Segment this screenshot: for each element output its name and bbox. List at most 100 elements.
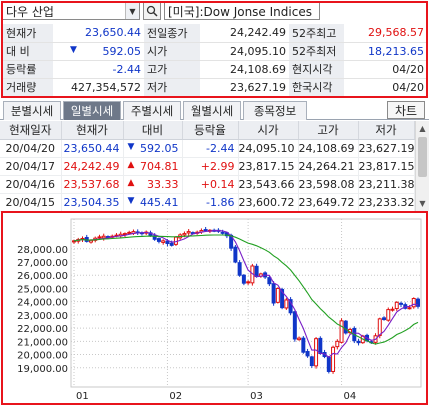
korea-time-value: 04/20 [344, 78, 427, 97]
table-cell-rate: -2.44 [182, 139, 239, 158]
y-tick-label: 25,000.00 [17, 284, 68, 295]
candle-body [173, 236, 178, 245]
daily-quotes-table: 현재일자 현재가 대비 등락율 시가 고가 저가 20/04/20 23,650.… [0, 121, 415, 212]
x-tick-label: 01 [76, 391, 89, 402]
tab-daily-quotes[interactable]: 일별시세 [63, 101, 121, 120]
up-arrow-icon: ▲ [127, 159, 135, 170]
candle-body [122, 233, 127, 236]
candle-body [182, 233, 187, 236]
down-arrow-icon: ▼ [127, 141, 135, 152]
candlestick-chart: 28,000.00 27,000.00 26,000.00 25,000.00 24,0… [17, 218, 422, 402]
search-bar: 다우 산업 ▼ [미국]:Dow Jonse Indices [0, 0, 429, 22]
open-label: 시가 [144, 42, 200, 61]
table-cell-change: ▼ 445.41 [123, 193, 183, 212]
chevron-down-icon[interactable]: ▼ [125, 3, 139, 19]
high-value: 24,108.69 [200, 60, 289, 79]
down-arrow-icon: ▼ [70, 44, 77, 55]
quote-summary-table: 현재가 23,650.44 전일종가 24,242.49 52주최고 29,56… [3, 24, 427, 97]
table-cell-price: 24,242.49 [61, 157, 124, 176]
candle-body [331, 346, 336, 372]
table-row[interactable]: 20/04/15 23,504.35 ▼ 445.41 -1.86 23,600.72 23… [0, 193, 415, 212]
low-52w-label: 52주최저 [289, 42, 344, 61]
y-tick-label: 20,000.00 [17, 351, 68, 362]
market-code: [미국]:Dow Jonse Indices [168, 4, 312, 19]
candle-body [356, 340, 361, 344]
stock-name: 다우 산업 [6, 4, 54, 19]
table-cell-open: 24,095.10 [238, 139, 299, 158]
low-label: 저가 [144, 78, 200, 97]
vertical-scrollbar[interactable]: ▲ ▼ [415, 121, 429, 211]
high-52w-label: 52주최고 [289, 24, 344, 43]
x-tick-label: 02 [169, 391, 182, 402]
current-price-value: 23,650.44 [53, 24, 144, 43]
candle-body [399, 302, 403, 305]
candle-body [394, 301, 399, 310]
quote-row: 등락률 -2.44 고가 24,108.69 현지시각 04/20 [3, 60, 427, 79]
rate-label: 등락률 [3, 60, 53, 79]
price-chart: 28,000.00 27,000.00 26,000.00 25,000.00 24,0… [1, 211, 428, 405]
column-header[interactable]: 고가 [298, 121, 359, 140]
search-button[interactable] [143, 2, 161, 20]
table-cell-rate: +0.14 [182, 175, 239, 194]
column-header[interactable]: 시가 [238, 121, 299, 140]
table-cell-rate: -1.86 [182, 193, 239, 212]
table-cell-open: 23,817.15 [238, 157, 299, 176]
candle-body [101, 235, 106, 239]
tab-monthly-quotes[interactable]: 월별시세 [183, 101, 241, 120]
search-icon [146, 5, 158, 17]
column-header[interactable]: 대비 [123, 121, 183, 140]
x-tick-label: 04 [344, 391, 357, 402]
chart-button[interactable]: 차트 [387, 101, 425, 119]
table-cell-change: ▼ 592.05 [123, 139, 183, 158]
column-header[interactable]: 현재가 [61, 121, 124, 140]
candle-body [343, 320, 348, 334]
scroll-thumb[interactable] [418, 137, 427, 177]
local-time-value: 04/20 [344, 60, 427, 79]
table-cell-high: 23,598.08 [298, 175, 359, 194]
table-cell-open: 23,600.72 [238, 193, 299, 212]
candle-body [97, 236, 102, 239]
quote-row: 현재가 23,650.44 전일종가 24,242.49 52주최고 29,56… [3, 24, 427, 43]
candle-body [297, 337, 302, 341]
y-tick-label: 24,000.00 [17, 298, 68, 309]
low-value: 23,627.19 [200, 78, 289, 97]
scroll-down-icon[interactable]: ▼ [416, 197, 429, 210]
stock-selector[interactable]: 다우 산업 ▼ [2, 2, 140, 20]
table-cell-low: 23,817.15 [358, 157, 415, 176]
table-cell-price: 23,537.68 [61, 175, 124, 194]
local-time-label: 현지시각 [289, 60, 344, 79]
table-cell-date: 20/04/15 [0, 193, 62, 212]
quote-row: 대 비 ▼ 592.05 시가 24,095.10 52주최저 18,213.65 [3, 42, 427, 61]
candle-body [407, 307, 412, 310]
table-cell-price: 23,504.35 [61, 193, 124, 212]
high-52w-value: 29,568.57 [344, 24, 427, 43]
current-price-label: 현재가 [3, 24, 53, 43]
tab-weekly-quotes[interactable]: 주별시세 [123, 101, 181, 120]
column-header[interactable]: 현재일자 [0, 121, 62, 140]
candle-body [156, 238, 161, 242]
candle-body [309, 356, 314, 367]
quote-row: 거래량 427,354,572 저가 23,627.19 한국시각 04/20 [3, 78, 427, 97]
candle-body [305, 351, 310, 357]
table-row[interactable]: 20/04/17 24,242.49 ▲ 704.81 +2.99 23,817.15 24… [0, 157, 415, 176]
candle-body [203, 229, 208, 232]
column-header[interactable]: 등락율 [182, 121, 239, 140]
table-row[interactable]: 20/04/20 23,650.44 ▼ 592.05 -2.44 24,095.10 24… [0, 139, 415, 158]
candle-body [237, 262, 242, 276]
candle-body [254, 265, 259, 278]
tab-stock-info[interactable]: 종목정보 [243, 101, 307, 120]
candle-body [165, 240, 170, 245]
tab-minute-quotes[interactable]: 분별시세 [3, 101, 61, 120]
table-cell-change: ▲ 704.81 [123, 157, 183, 176]
candle-body [246, 281, 251, 284]
table-row[interactable]: 20/04/16 23,537.68 ▲ 33.33 +0.14 23,543.66 23,… [0, 175, 415, 194]
prev-close-label: 전일종가 [144, 24, 200, 43]
market-code-field[interactable]: [미국]:Dow Jonse Indices [164, 2, 320, 20]
y-tick-label: 27,000.00 [17, 258, 68, 269]
column-header[interactable]: 저가 [358, 121, 415, 140]
candle-body [271, 283, 276, 304]
scroll-up-icon[interactable]: ▲ [416, 122, 429, 135]
y-tick-label: 26,000.00 [17, 271, 68, 282]
y-tick-label: 23,000.00 [17, 311, 68, 322]
rate-value: -2.44 [53, 60, 144, 79]
